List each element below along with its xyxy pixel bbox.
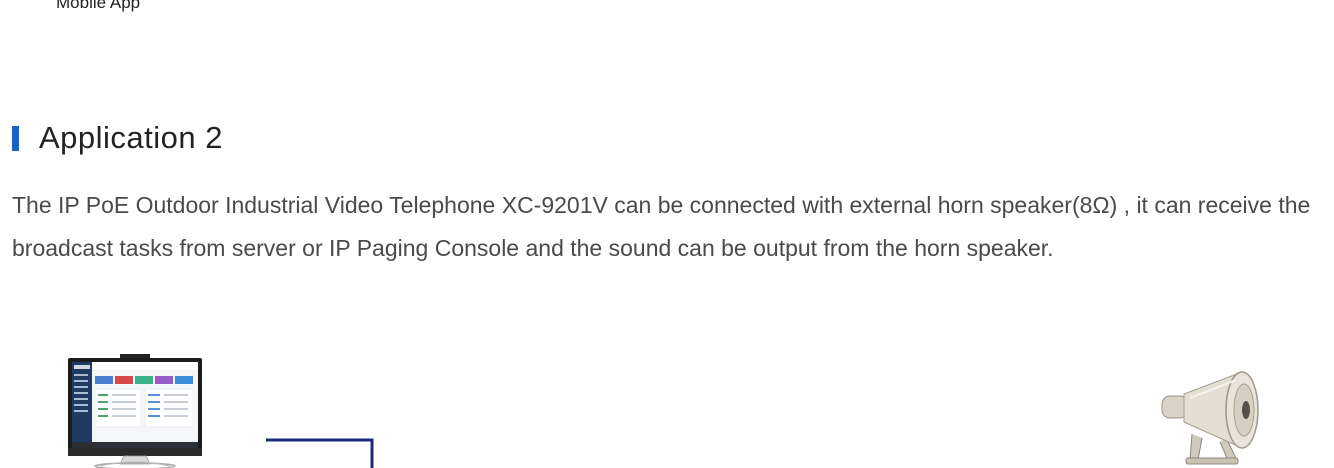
application-diagram	[0, 340, 1334, 468]
mobile-app-caption: Mobile App	[56, 0, 141, 12]
section-title: Application 2	[39, 120, 224, 155]
section-heading: Application 2	[12, 120, 223, 156]
connection-line	[266, 438, 374, 468]
desktop-computer-icon	[68, 354, 202, 468]
horn-speaker-icon	[1161, 371, 1259, 465]
heading-marker	[12, 125, 19, 151]
section-description: The IP PoE Outdoor Industrial Video Tele…	[12, 192, 1311, 261]
